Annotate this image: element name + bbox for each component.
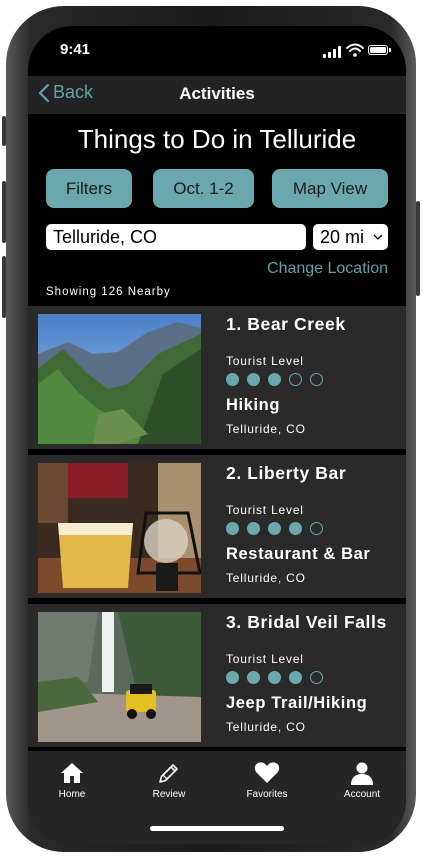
heart-icon (254, 762, 280, 783)
level-dot (268, 373, 281, 386)
activity-card[interactable]: 2. Liberty Bar Tourist Level Restaurant … (28, 455, 406, 601)
home-indicator[interactable] (150, 826, 284, 831)
tab-favorites[interactable]: Favorites (227, 761, 307, 800)
activity-photo-liberty-bar (38, 463, 201, 593)
tourist-level-rating (226, 671, 323, 684)
tab-label-account: Account (343, 789, 381, 800)
level-dot (226, 373, 239, 386)
tourist-level-rating (226, 522, 323, 535)
distance-value: 20 mi (320, 227, 365, 247)
activity-category: Jeep Trail/Hiking (226, 694, 368, 712)
chevron-down-icon (373, 234, 383, 240)
tab-label-review: Review (152, 789, 186, 800)
filters-button[interactable]: Filters (46, 169, 132, 208)
activity-photo-bear-creek (38, 314, 201, 444)
level-dot (310, 671, 323, 684)
tab-label-favorites: Favorites (246, 789, 288, 800)
map-view-button[interactable]: Map View (272, 169, 388, 208)
tourist-level-label: Tourist Level (226, 354, 304, 368)
signal-icon (323, 46, 343, 58)
tab-review[interactable]: Review (129, 761, 209, 800)
volume-down-button (2, 256, 6, 318)
level-dot (289, 522, 302, 535)
change-location-link[interactable]: Change Location (267, 260, 388, 278)
activity-title: 3. Bridal Veil Falls (226, 612, 387, 632)
page-title: Things to Do in Telluride (77, 124, 357, 154)
wifi-icon (346, 43, 364, 57)
tab-label-home: Home (58, 789, 86, 800)
home-icon (61, 763, 83, 783)
level-dot (289, 671, 302, 684)
volume-up-button (2, 181, 6, 243)
activity-card[interactable]: 1. Bear Creek Tourist Level Hiking Tellu… (28, 306, 406, 452)
tourist-level-label: Tourist Level (226, 652, 304, 666)
tab-account[interactable]: Account (322, 761, 402, 800)
status-time: 9:41 (60, 41, 91, 58)
activity-title: 1. Bear Creek (226, 314, 346, 334)
battery-icon (368, 45, 391, 55)
activity-photo-bridal-veil-falls (38, 612, 201, 742)
mute-switch (2, 116, 6, 146)
phone-frame: 9:41 Back Activities Things to Do in Tel… (2, 6, 420, 852)
level-dot (226, 522, 239, 535)
activity-card[interactable]: 3. Bridal Veil Falls Tourist Level Jeep … (28, 604, 406, 750)
location-input[interactable]: Telluride, CO (46, 224, 306, 250)
distance-select[interactable]: 20 mi (313, 224, 388, 250)
level-dot (268, 522, 281, 535)
nav-title: Activities (179, 84, 255, 103)
activity-category: Hiking (226, 396, 281, 414)
activity-title: 2. Liberty Bar (226, 463, 347, 483)
tourist-level-label: Tourist Level (226, 503, 304, 517)
activity-category: Restaurant & Bar (226, 545, 371, 563)
activity-location: Telluride, CO (226, 720, 306, 734)
navigation-bar: Back Activities (28, 76, 406, 114)
results-count: Showing 126 Nearby (46, 286, 171, 298)
person-icon (351, 762, 373, 785)
power-button (416, 201, 420, 296)
level-dot (247, 522, 260, 535)
tourist-level-rating (226, 373, 323, 386)
level-dot (247, 373, 260, 386)
screen: 9:41 Back Activities Things to Do in Tel… (28, 26, 406, 844)
tab-home[interactable]: Home (32, 761, 112, 800)
notch (113, 26, 321, 54)
level-dot (289, 373, 302, 386)
level-dot (268, 671, 281, 684)
level-dot (226, 671, 239, 684)
level-dot (310, 373, 323, 386)
level-dot (310, 522, 323, 535)
activity-location: Telluride, CO (226, 571, 306, 585)
activity-location: Telluride, CO (226, 422, 306, 436)
level-dot (247, 671, 260, 684)
pencil-icon (159, 764, 178, 783)
dates-button[interactable]: Oct. 1-2 (153, 169, 254, 208)
